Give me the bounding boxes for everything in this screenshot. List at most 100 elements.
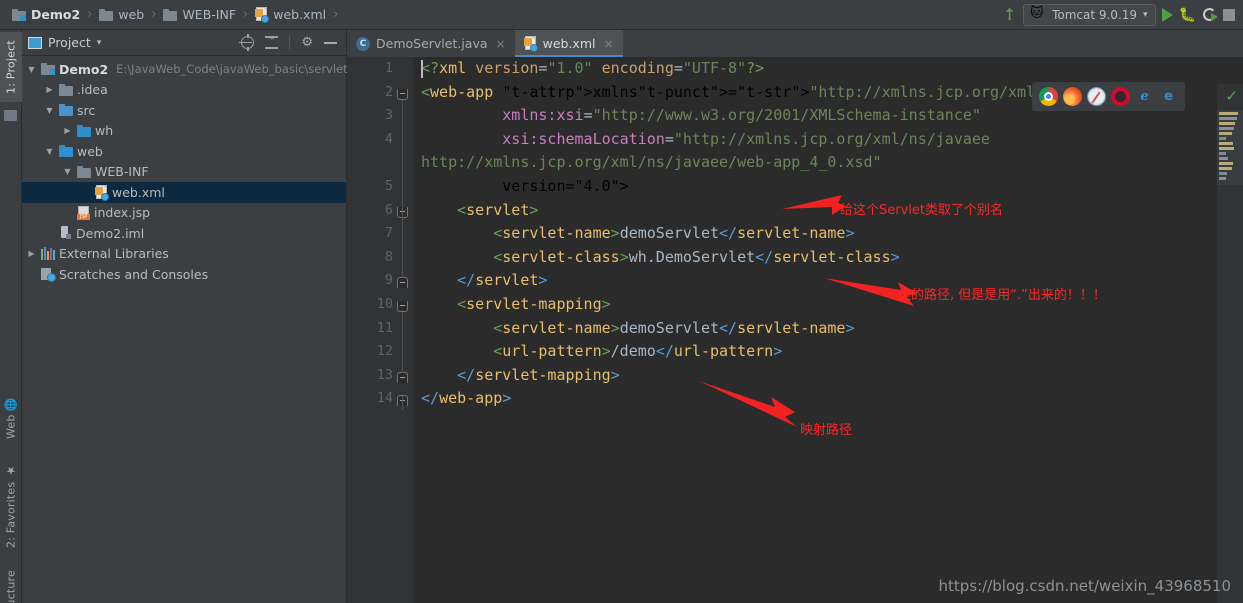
folder-module-icon (12, 8, 26, 21)
run-configuration-label: Tomcat 9.0.19 (1052, 7, 1138, 22)
firefox-icon[interactable] (1063, 87, 1082, 106)
code-fold-toggle[interactable] (397, 301, 408, 312)
breadcrumb-item-web-inf[interactable]: WEB-INF (159, 4, 240, 26)
minimap-line (1219, 172, 1227, 175)
folder-icon (59, 83, 73, 96)
chevron-down-icon[interactable]: ▼ (26, 65, 37, 74)
text-caret (421, 60, 423, 78)
line-number: 12 (376, 343, 393, 360)
minimap-line (1219, 132, 1232, 135)
minimap-line (1219, 167, 1232, 170)
tree-item-external-libraries[interactable]: ▶ External Libraries (22, 244, 346, 265)
line-number: 3 (384, 107, 393, 124)
jsp-file-icon: JSP (77, 205, 90, 220)
tree-item-src[interactable]: ▼ src (22, 100, 346, 121)
chevron-right-icon[interactable]: ▶ (44, 85, 55, 94)
iml-file-icon (59, 226, 72, 240)
close-icon[interactable]: × (496, 37, 506, 51)
chevron-right-icon[interactable]: ▶ (26, 249, 37, 258)
tree-item-label: External Libraries (59, 246, 169, 262)
code-line: <servlet-name>demoServlet</servlet-name> (493, 318, 855, 337)
minimap-line (1219, 127, 1235, 130)
tree-item-label: src (77, 102, 96, 118)
breadcrumb-item-web[interactable]: web (95, 4, 148, 26)
line-number: 9 (384, 272, 393, 289)
tree-item-label: .idea (77, 82, 108, 98)
line-number: 2 (384, 83, 393, 100)
edge-icon[interactable]: e (1159, 87, 1178, 106)
breadcrumb-label: Demo2 (31, 7, 81, 22)
chevron-down-icon[interactable]: ▼ (62, 167, 73, 176)
code-minimap[interactable] (1217, 110, 1243, 185)
tree-item-demo2-iml[interactable]: Demo2.iml (22, 223, 346, 244)
close-icon[interactable]: × (603, 37, 613, 51)
tree-item-label: WEB-INF (95, 164, 149, 180)
tool-button-web[interactable]: Web 🌐 (0, 390, 22, 446)
breadcrumb-item-demo2[interactable]: Demo2 (8, 4, 84, 26)
tree-item-web-xml[interactable]: web.xml (22, 182, 346, 203)
tree-item-label: Demo2.iml (76, 225, 145, 241)
code-fold-toggle[interactable] (397, 371, 408, 383)
editor-tab-bar: C DemoServlet.java × web.xml × (347, 30, 1243, 57)
tool-button-label: Structure (4, 570, 18, 603)
xml-file-icon (523, 36, 538, 52)
chevron-down-icon[interactable]: ▼ (44, 147, 55, 156)
idea-window: Demo2 › web › WEB-INF › web.xml › ➚ 🐱 To… (0, 0, 1243, 603)
settings-gear-icon[interactable]: ⚙ (301, 36, 313, 49)
update-icon[interactable]: ➚ (997, 2, 1021, 26)
code-line: <?xml version="1.0" encoding="UTF-8"?> (421, 59, 765, 78)
tree-item-scratches-and-consoles[interactable]: Scratches and Consoles (22, 264, 346, 285)
editor-tab-demoservlet-java[interactable]: C DemoServlet.java × (347, 30, 515, 57)
tool-button-structure[interactable]: Structure (0, 566, 22, 603)
code-fold-toggle[interactable] (397, 277, 408, 289)
code-content[interactable]: <?xml version="1.0" encoding="UTF-8"?> <w… (413, 57, 1243, 603)
tree-item-label: Demo2 (59, 61, 109, 77)
tree-item-web-inf[interactable]: ▼ WEB-INF (22, 162, 346, 183)
code-line: <url-pattern>/demo</url-pattern> (493, 342, 783, 361)
line-number: 7 (384, 225, 393, 242)
tree-item-index-jsp[interactable]: JSP index.jsp (22, 203, 346, 224)
annotation-label-servlet-class: 类的路径, 但是是用“.”出来的！！！ (898, 288, 1106, 303)
xml-file-icon (95, 184, 109, 201)
tree-item-demo2[interactable]: ▼ Demo2 E:\JavaWeb_Code\javaWeb_basic\serv… (22, 59, 351, 80)
minimap-line (1219, 112, 1239, 115)
breadcrumb-label: WEB-INF (182, 7, 237, 22)
folder-icon (77, 165, 91, 178)
tool-button-favorites[interactable]: 2: Favorites ★ (0, 460, 22, 552)
chevron-down-icon[interactable]: ▼ (44, 106, 55, 115)
safari-icon[interactable] (1087, 87, 1106, 106)
folder-web-icon (59, 145, 73, 158)
tree-item-wh[interactable]: ▶ wh (22, 121, 346, 142)
minimap-line (1219, 162, 1234, 165)
ie-icon[interactable]: e (1135, 87, 1154, 106)
folder-module-icon (41, 63, 55, 76)
rerun-icon[interactable] (1202, 7, 1218, 22)
opera-icon[interactable] (1111, 87, 1130, 106)
chrome-icon[interactable] (1039, 87, 1058, 106)
stop-icon[interactable] (1223, 8, 1235, 21)
run-configuration-selector[interactable]: Tomcat 9.0.19 ▾ (1023, 3, 1156, 26)
editor-tab-label: DemoServlet.java (376, 36, 488, 51)
code-line: http://xmlns.jcp.org/xml/ns/javaee/web-a… (421, 153, 882, 172)
code-editor[interactable]: 1 2 3 4 5 6 7 8 9 10 11 12 13 14 <?xml version="1.0" … (347, 57, 1243, 603)
chevron-right-icon[interactable]: ▶ (62, 126, 73, 135)
tool-button-label: 2: Favorites (4, 481, 18, 548)
debug-icon[interactable]: 🐛 (1179, 8, 1196, 22)
collapse-all-icon[interactable] (265, 36, 279, 49)
editor-right-gutter[interactable]: ✓ (1217, 84, 1243, 603)
tree-item-web[interactable]: ▼ web (22, 141, 346, 162)
editor-gutter[interactable]: 1 2 3 4 5 6 7 8 9 10 11 12 13 14 (347, 57, 413, 603)
browser-run-bar: e e (1032, 82, 1185, 111)
breadcrumb-item-web-xml[interactable]: web.xml (251, 4, 330, 26)
chevron-down-icon[interactable]: ▾ (97, 38, 102, 48)
tree-item-idea[interactable]: ▶ .idea (22, 80, 346, 101)
scratches-icon (41, 267, 56, 282)
project-tool-window: Project ▾ ⚙ ▼ Demo2 E:\JavaWeb_Code\javaWe… (22, 30, 352, 603)
code-fold-toggle[interactable] (397, 88, 408, 100)
editor-tab-web-xml[interactable]: web.xml × (514, 30, 623, 57)
tool-button-project[interactable]: 1: Project (0, 32, 22, 102)
hide-icon[interactable] (324, 41, 337, 44)
run-icon[interactable] (1161, 7, 1173, 22)
title-bar: Demo2 › web › WEB-INF › web.xml › ➚ 🐱 To… (0, 0, 1243, 30)
locate-icon[interactable] (239, 34, 255, 51)
